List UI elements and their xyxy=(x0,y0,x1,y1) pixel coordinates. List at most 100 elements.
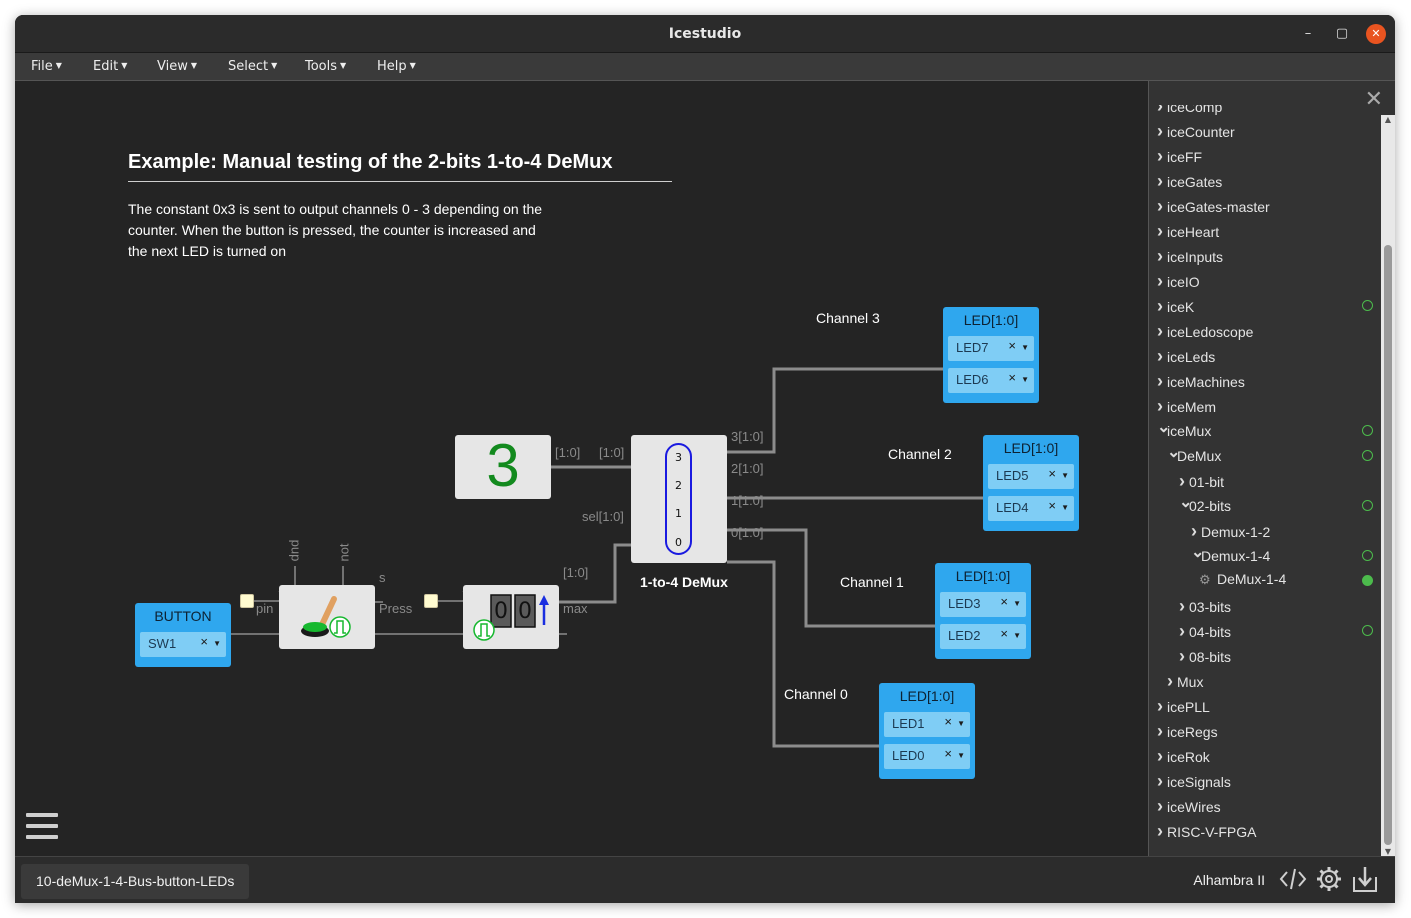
chevron-right-icon[interactable]: › xyxy=(1157,771,1167,792)
tree-item[interactable]: › iceGates-master xyxy=(1149,196,1379,218)
minimize-icon[interactable]: – xyxy=(1298,24,1318,44)
pin-select[interactable]: LED4 × ▼ xyxy=(988,496,1074,521)
code-icon[interactable] xyxy=(1279,865,1307,893)
scroll-up-icon[interactable]: ▲ xyxy=(1381,115,1395,124)
chevron-right-icon[interactable]: › xyxy=(1157,396,1167,417)
board-selector[interactable]: Alhambra II xyxy=(1193,872,1265,888)
tree-item[interactable]: › RISC-V-FPGA xyxy=(1149,821,1379,843)
led-output-block-channel2[interactable]: LED[1:0] LED5 × ▼ LED4 × ▼ xyxy=(983,435,1079,531)
remove-icon[interactable]: × xyxy=(1048,466,1056,481)
tree-item[interactable]: › iceWires xyxy=(1149,796,1379,818)
upload-to-board-icon[interactable] xyxy=(1351,865,1379,893)
chevron-down-icon[interactable]: ⌄ xyxy=(1157,417,1170,437)
tree-item[interactable]: › 08-bits xyxy=(1149,646,1379,668)
tree-item[interactable]: › iceLedoscope xyxy=(1149,321,1379,343)
tree-item[interactable]: › iceFF xyxy=(1149,146,1379,168)
chevron-right-icon[interactable]: › xyxy=(1191,521,1201,542)
chevron-down-icon[interactable]: ▼ xyxy=(957,719,965,728)
remove-icon[interactable]: × xyxy=(944,746,952,761)
led-output-block-channel0[interactable]: LED[1:0] LED1 × ▼ LED0 × ▼ xyxy=(879,683,975,779)
tree-item[interactable]: › iceSignals xyxy=(1149,771,1379,793)
chevron-down-icon[interactable]: ▼ xyxy=(1021,343,1029,352)
demux-block[interactable]: 3 2 1 0 xyxy=(631,435,727,563)
close-window-icon[interactable]: ✕ xyxy=(1366,24,1386,44)
chevron-right-icon[interactable]: › xyxy=(1157,721,1167,742)
settings-icon[interactable] xyxy=(1315,865,1343,893)
chevron-down-icon[interactable]: ⌄ xyxy=(1191,542,1204,562)
tree-item[interactable]: › iceCounter xyxy=(1149,121,1379,143)
chevron-right-icon[interactable]: › xyxy=(1157,321,1167,342)
pullup-button-block[interactable] xyxy=(279,585,375,649)
maximize-icon[interactable]: ▢ xyxy=(1332,24,1352,44)
pin-select[interactable]: LED3 × ▼ xyxy=(940,592,1026,617)
tree-item[interactable]: › Mux xyxy=(1149,671,1379,693)
chevron-right-icon[interactable]: › xyxy=(1157,271,1167,292)
tree-item[interactable]: › iceHeart xyxy=(1149,221,1379,243)
chevron-right-icon[interactable]: › xyxy=(1157,196,1167,217)
pin-select[interactable]: LED0 × ▼ xyxy=(884,744,970,769)
chevron-down-icon[interactable]: ▼ xyxy=(1061,503,1069,512)
tree-item[interactable]: › iceMachines xyxy=(1149,371,1379,393)
chevron-right-icon[interactable]: › xyxy=(1157,696,1167,717)
tree-item[interactable]: › iceComp xyxy=(1149,105,1379,118)
chevron-right-icon[interactable]: › xyxy=(1157,371,1167,392)
tree-item[interactable]: ⚙ DeMux-1-4 xyxy=(1149,571,1379,593)
tree-item[interactable]: ⌄Demux-1-4 xyxy=(1149,544,1379,568)
remove-icon[interactable]: × xyxy=(1000,626,1008,641)
menu-tools[interactable]: Tools ▼ xyxy=(305,59,346,74)
remove-icon[interactable]: × xyxy=(1008,338,1016,353)
scroll-down-icon[interactable]: ▼ xyxy=(1381,847,1395,856)
chevron-down-icon[interactable]: ⌄ xyxy=(1167,442,1180,462)
tree-item[interactable]: › 01-bit xyxy=(1149,471,1379,493)
menu-edit[interactable]: Edit ▼ xyxy=(93,59,127,74)
chevron-down-icon[interactable]: ▼ xyxy=(1021,375,1029,384)
chevron-right-icon[interactable]: › xyxy=(1157,121,1167,142)
remove-icon[interactable]: × xyxy=(1048,498,1056,513)
chevron-right-icon[interactable]: › xyxy=(1157,146,1167,167)
remove-icon[interactable]: × xyxy=(944,714,952,729)
tree-item[interactable]: › iceRegs xyxy=(1149,721,1379,743)
clock-input-square[interactable] xyxy=(240,594,254,608)
chevron-right-icon[interactable]: › xyxy=(1157,821,1167,842)
menu-select[interactable]: Select ▼ xyxy=(228,59,277,74)
tree-item[interactable]: › iceGates xyxy=(1149,171,1379,193)
sidebar-scrollbar[interactable]: ▲ ▼ xyxy=(1381,115,1395,856)
chevron-down-icon[interactable]: ▼ xyxy=(957,751,965,760)
scrollbar-thumb[interactable] xyxy=(1384,245,1392,845)
pin-select[interactable]: LED1 × ▼ xyxy=(884,712,970,737)
remove-icon[interactable]: × xyxy=(1008,370,1016,385)
chevron-right-icon[interactable]: › xyxy=(1157,171,1167,192)
led-output-block-channel1[interactable]: LED[1:0] LED3 × ▼ LED2 × ▼ xyxy=(935,563,1031,659)
menu-file[interactable]: File ▼ xyxy=(31,59,62,74)
constant-block[interactable]: 3 xyxy=(455,432,551,499)
chevron-right-icon[interactable]: › xyxy=(1179,596,1189,617)
pin-select[interactable]: LED5 × ▼ xyxy=(988,464,1074,489)
chevron-down-icon[interactable]: ▼ xyxy=(1013,631,1021,640)
tree-item[interactable]: › iceMem xyxy=(1149,396,1379,418)
tree-item[interactable]: › iceInputs xyxy=(1149,246,1379,268)
chevron-down-icon[interactable]: ▼ xyxy=(213,639,221,648)
tree-item[interactable]: › iceK xyxy=(1149,296,1379,318)
tree-item[interactable]: ⌄iceMux xyxy=(1149,419,1379,443)
chip-icon[interactable]: ⚙ xyxy=(1199,572,1217,588)
chevron-right-icon[interactable]: › xyxy=(1157,746,1167,767)
chevron-right-icon[interactable]: › xyxy=(1157,105,1167,117)
chevron-right-icon[interactable]: › xyxy=(1179,471,1189,492)
button-input-block[interactable]: BUTTON SW1 × ▼ xyxy=(135,603,231,667)
tree-item[interactable]: › 04-bits xyxy=(1149,621,1379,643)
tree-item[interactable]: ⌄02-bits xyxy=(1149,494,1379,518)
counter-block[interactable]: 0 0 xyxy=(463,585,559,649)
remove-icon[interactable]: × xyxy=(200,634,208,649)
file-name-tab[interactable]: 10-deMux-1-4-Bus-button-LEDs xyxy=(21,864,250,899)
chevron-down-icon[interactable]: ▼ xyxy=(1013,599,1021,608)
menu-hamburger-icon[interactable] xyxy=(26,813,58,843)
tree-item[interactable]: › 03-bits xyxy=(1149,596,1379,618)
chevron-right-icon[interactable]: › xyxy=(1179,621,1189,642)
design-canvas[interactable]: Example: Manual testing of the 2-bits 1-… xyxy=(15,81,1148,856)
clock-input-square[interactable] xyxy=(424,594,438,608)
tree-item[interactable]: › iceLeds xyxy=(1149,346,1379,368)
chevron-down-icon[interactable]: ▼ xyxy=(1061,471,1069,480)
chevron-right-icon[interactable]: › xyxy=(1157,221,1167,242)
tree-item[interactable]: › iceIO xyxy=(1149,271,1379,293)
chevron-right-icon[interactable]: › xyxy=(1157,296,1167,317)
